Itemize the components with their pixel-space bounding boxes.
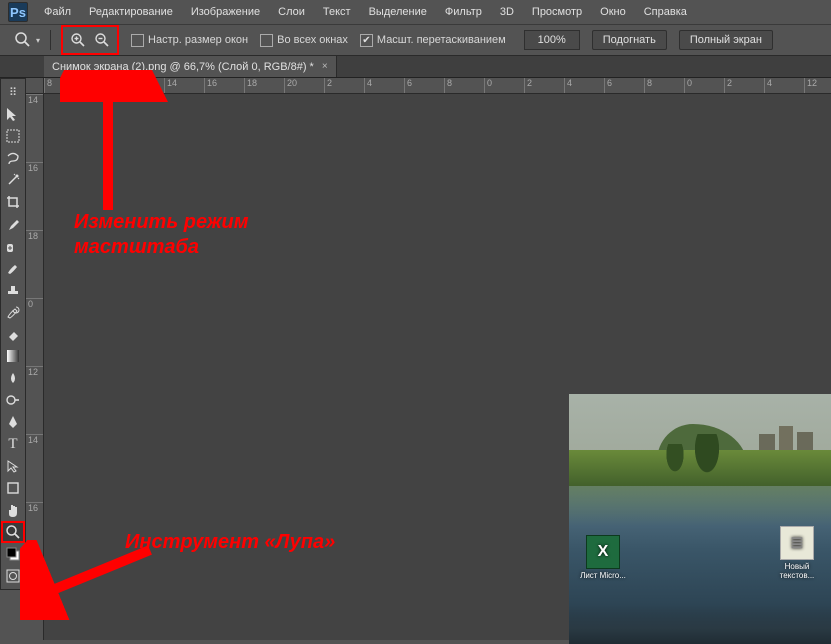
desktop-textdoc-icon: ≣ Новый текстов... (771, 526, 823, 580)
horizontal-ruler[interactable]: 8 10 12 14 16 18 20 2 4 6 8 0 2 4 6 8 0 … (44, 78, 831, 94)
options-bar: ▾ Настр. размер окон Во всех окнах ✔ Мас… (0, 24, 831, 56)
ruler-tick: 12 (804, 78, 831, 93)
canvas[interactable]: X Лист Micro... ≣ Новый текстов... (44, 94, 831, 640)
ruler-tick: 6 (604, 78, 644, 93)
type-tool-icon[interactable]: T (1, 433, 25, 455)
desktop-excel-icon: X Лист Micro... (577, 535, 629, 580)
ruler-tick: 6 (404, 78, 444, 93)
ruler-tick: 14 (26, 434, 43, 502)
separator (50, 30, 51, 50)
ruler-tick: 8 (444, 78, 484, 93)
ruler-tick: 12 (26, 366, 43, 434)
ruler-tick: 0 (26, 298, 43, 366)
ruler-tick: 8 (644, 78, 684, 93)
menu-help[interactable]: Справка (636, 3, 695, 21)
brush-tool-icon[interactable] (1, 257, 25, 279)
ruler-tick: 16 (26, 162, 43, 230)
ruler-tick: 20 (284, 78, 324, 93)
ruler-tick: 8 (44, 78, 84, 93)
document-tab-bar: Снимок экрана (2).png @ 66,7% (Слой 0, R… (0, 56, 831, 78)
ruler-tick: 16 (26, 502, 43, 570)
full-screen-button[interactable]: Полный экран (679, 30, 773, 50)
ruler-tick: 4 (764, 78, 804, 93)
ruler-tick: 16 (204, 78, 244, 93)
scrubby-zoom-checkbox[interactable]: ✔ Масшт. перетаскиванием (360, 34, 506, 47)
ruler-tick: 4 (364, 78, 404, 93)
all-windows-label: Во всех окнах (277, 34, 348, 46)
blur-tool-icon[interactable] (1, 367, 25, 389)
zoom-in-button[interactable] (67, 29, 89, 51)
marquee-tool-icon[interactable] (1, 125, 25, 147)
app-logo: Ps (8, 2, 28, 22)
all-windows-checkbox[interactable]: Во всех окнах (260, 34, 348, 47)
tab-handle-icon[interactable]: ⠿ (1, 81, 25, 103)
ruler-tick: 18 (244, 78, 284, 93)
lasso-tool-icon[interactable] (1, 147, 25, 169)
menu-bar: Ps Файл Редактирование Изображение Слои … (0, 0, 831, 24)
toolbox: ⠿ T (0, 78, 26, 590)
pen-tool-icon[interactable] (1, 411, 25, 433)
history-brush-tool-icon[interactable] (1, 301, 25, 323)
eraser-tool-icon[interactable] (1, 323, 25, 345)
ruler-tick: 14 (164, 78, 204, 93)
shape-tool-icon[interactable] (1, 477, 25, 499)
ruler-corner (26, 78, 44, 94)
gradient-tool-icon[interactable] (1, 345, 25, 367)
document-tab-label: Снимок экрана (2).png @ 66,7% (Слой 0, R… (52, 61, 314, 73)
resize-windows-label: Настр. размер окон (148, 34, 248, 46)
menu-select[interactable]: Выделение (361, 3, 435, 21)
checkbox-checked-icon: ✔ (360, 34, 373, 47)
desktop-icon-label: Лист Micro... (577, 571, 629, 580)
document-tab[interactable]: Снимок экрана (2).png @ 66,7% (Слой 0, R… (44, 56, 337, 77)
menu-text[interactable]: Текст (315, 3, 359, 21)
ruler-tick: 2 (724, 78, 764, 93)
zoom-out-button[interactable] (91, 29, 113, 51)
move-tool-icon[interactable] (1, 103, 25, 125)
ruler-tick: 12 (124, 78, 164, 93)
menu-edit[interactable]: Редактирование (81, 3, 181, 21)
crop-tool-icon[interactable] (1, 191, 25, 213)
healing-brush-tool-icon[interactable] (1, 235, 25, 257)
menu-layers[interactable]: Слои (270, 3, 313, 21)
checkbox-icon (131, 34, 144, 47)
desktop-icon-label: Новый текстов... (771, 562, 823, 580)
document-image: X Лист Micro... ≣ Новый текстов... (569, 394, 831, 644)
ruler-tick: 10 (84, 78, 124, 93)
ruler-tick: 2 (524, 78, 564, 93)
dodge-tool-icon[interactable] (1, 389, 25, 411)
path-selection-tool-icon[interactable] (1, 455, 25, 477)
hand-tool-icon[interactable] (1, 499, 25, 521)
menu-filter[interactable]: Фильтр (437, 3, 490, 21)
ruler-tick: 18 (26, 230, 43, 298)
ruler-tick: 14 (26, 94, 43, 162)
zoom-tool-preset-icon[interactable] (12, 29, 34, 51)
vertical-ruler[interactable]: 14 16 18 0 12 14 16 (26, 94, 44, 640)
workspace: 8 10 12 14 16 18 20 2 4 6 8 0 2 4 6 8 0 … (26, 78, 831, 640)
checkbox-icon (260, 34, 273, 47)
ruler-tick: 0 (684, 78, 724, 93)
menu-3d[interactable]: 3D (492, 3, 522, 21)
scrubby-zoom-label: Масшт. перетаскиванием (377, 34, 506, 46)
ruler-tick: 0 (484, 78, 524, 93)
color-swatch-icon[interactable] (1, 543, 25, 565)
resize-windows-checkbox[interactable]: Настр. размер окон (131, 34, 248, 47)
ruler-tick: 4 (564, 78, 604, 93)
quick-mask-icon[interactable] (1, 565, 25, 587)
menu-image[interactable]: Изображение (183, 3, 268, 21)
ruler-tick: 2 (324, 78, 364, 93)
close-icon[interactable]: × (322, 61, 328, 72)
clone-stamp-tool-icon[interactable] (1, 279, 25, 301)
menu-file[interactable]: Файл (36, 3, 79, 21)
menu-window[interactable]: Окно (592, 3, 634, 21)
magic-wand-tool-icon[interactable] (1, 169, 25, 191)
zoom-percent-input[interactable] (524, 30, 580, 50)
eyedropper-tool-icon[interactable] (1, 213, 25, 235)
menu-view[interactable]: Просмотр (524, 3, 590, 21)
tool-indicator-group: ▾ (12, 29, 40, 51)
fit-screen-button[interactable]: Подогнать (592, 30, 667, 50)
zoom-tool-icon[interactable] (1, 521, 25, 543)
zoom-mode-buttons (61, 25, 119, 55)
dropdown-arrow-icon[interactable]: ▾ (36, 36, 40, 45)
